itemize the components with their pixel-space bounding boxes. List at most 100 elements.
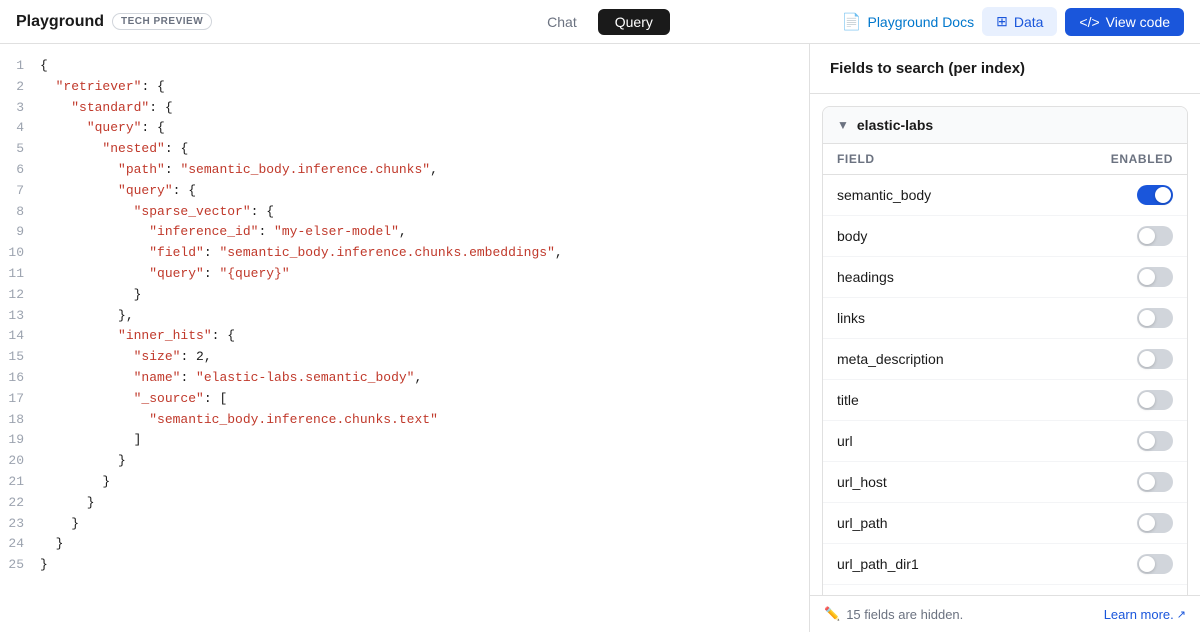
index-header[interactable]: ▼ elastic-labs [823,107,1187,144]
panel-body: ▼ elastic-labs Field Enabled semantic_bo… [810,94,1200,595]
line-content: } [40,472,793,493]
line-number: 25 [0,555,40,576]
index-name: elastic-labs [857,117,933,133]
line-number: 7 [0,181,40,202]
index-section: ▼ elastic-labs Field Enabled semantic_bo… [822,106,1188,595]
tab-query[interactable]: Query [598,9,670,35]
field-toggle[interactable] [1137,226,1173,246]
code-line: 17 "_source": [ [0,389,809,410]
field-toggle[interactable] [1137,472,1173,492]
data-icon: ⊞ [996,13,1008,30]
field-row: url_path_dir2 [823,585,1187,595]
tab-chat[interactable]: Chat [530,9,594,35]
docs-label: Playground Docs [867,14,974,30]
line-content: "size": 2, [40,347,793,368]
line-content: "query": "{query}" [40,264,793,285]
field-name-label: links [837,310,1137,326]
field-name-label: headings [837,269,1137,285]
hidden-fields-text: ✏️ 15 fields are hidden. [824,606,963,622]
field-row: title [823,380,1187,421]
col-field-header: Field [837,152,1111,166]
external-link-icon: ↗ [1177,608,1186,621]
line-content: "sparse_vector": { [40,202,793,223]
field-row: headings [823,257,1187,298]
field-row: url_host [823,462,1187,503]
line-number: 16 [0,368,40,389]
line-number: 23 [0,514,40,535]
code-editor: 1{2 "retriever": {3 "standard": {4 "quer… [0,44,810,632]
line-number: 4 [0,118,40,139]
line-number: 14 [0,326,40,347]
code-line: 4 "query": { [0,118,809,139]
line-content: "nested": { [40,139,793,160]
field-toggle[interactable] [1137,185,1173,205]
field-name-label: url_host [837,474,1137,490]
line-number: 17 [0,389,40,410]
field-name-label: url_path_dir1 [837,556,1137,572]
line-content: } [40,493,793,514]
field-toggle[interactable] [1137,431,1173,451]
line-number: 11 [0,264,40,285]
code-line: 16 "name": "elastic-labs.semantic_body", [0,368,809,389]
learn-more-link[interactable]: Learn more. ↗ [1104,607,1186,622]
line-content: } [40,285,793,306]
field-toggle[interactable] [1137,390,1173,410]
line-number: 15 [0,347,40,368]
field-toggle[interactable] [1137,267,1173,287]
line-content: ] [40,430,793,451]
line-number: 12 [0,285,40,306]
right-panel: Fields to search (per index) ▼ elastic-l… [810,44,1200,632]
code-line: 14 "inner_hits": { [0,326,809,347]
field-toggle[interactable] [1137,308,1173,328]
code-line: 7 "query": { [0,181,809,202]
field-row: url [823,421,1187,462]
line-number: 9 [0,222,40,243]
line-content: "query": { [40,118,793,139]
field-name-label: url [837,433,1137,449]
field-row: body [823,216,1187,257]
field-toggle[interactable] [1137,349,1173,369]
fields-list: semantic_bodybody headings links meta_descr… [823,175,1187,595]
data-button[interactable]: ⊞ Data [982,7,1057,36]
panel-title: Fields to search (per index) [810,44,1200,94]
line-content: "standard": { [40,98,793,119]
field-toggle[interactable] [1137,513,1173,533]
line-number: 13 [0,306,40,327]
code-line: 22 } [0,493,809,514]
learn-more-label: Learn more. [1104,607,1174,622]
line-content: { [40,56,793,77]
panel-footer: ✏️ 15 fields are hidden. Learn more. ↗ [810,595,1200,632]
line-content: } [40,514,793,535]
app-header: Playground TECH PREVIEW Chat Query 📄 Pla… [0,0,1200,44]
field-row: semantic_body [823,175,1187,216]
code-line: 24 } [0,534,809,555]
line-content: "inference_id": "my-elser-model", [40,222,793,243]
field-name-label: meta_description [837,351,1137,367]
line-content: }, [40,306,793,327]
header-tabs: Chat Query [530,9,670,35]
line-number: 10 [0,243,40,264]
line-content: "_source": [ [40,389,793,410]
view-code-button[interactable]: </> View code [1065,8,1184,36]
docs-link[interactable]: 📄 Playground Docs [842,12,975,32]
field-row: meta_description [823,339,1187,380]
line-number: 8 [0,202,40,223]
line-number: 21 [0,472,40,493]
hidden-fields-count: 15 fields are hidden. [846,607,963,622]
code-line: 1{ [0,56,809,77]
line-number: 3 [0,98,40,119]
code-line: 23 } [0,514,809,535]
field-row: url_path [823,503,1187,544]
fields-table: Field Enabled semantic_bodybodyheadingsl… [823,144,1187,595]
field-name-label: body [837,228,1137,244]
code-icon: </> [1079,14,1099,30]
docs-icon: 📄 [842,12,862,32]
code-line: 21 } [0,472,809,493]
code-line: 20 } [0,451,809,472]
line-content: } [40,534,793,555]
field-toggle[interactable] [1137,554,1173,574]
line-number: 19 [0,430,40,451]
code-line: 6 "path": "semantic_body.inference.chunk… [0,160,809,181]
code-line: 19 ] [0,430,809,451]
code-line: 9 "inference_id": "my-elser-model", [0,222,809,243]
